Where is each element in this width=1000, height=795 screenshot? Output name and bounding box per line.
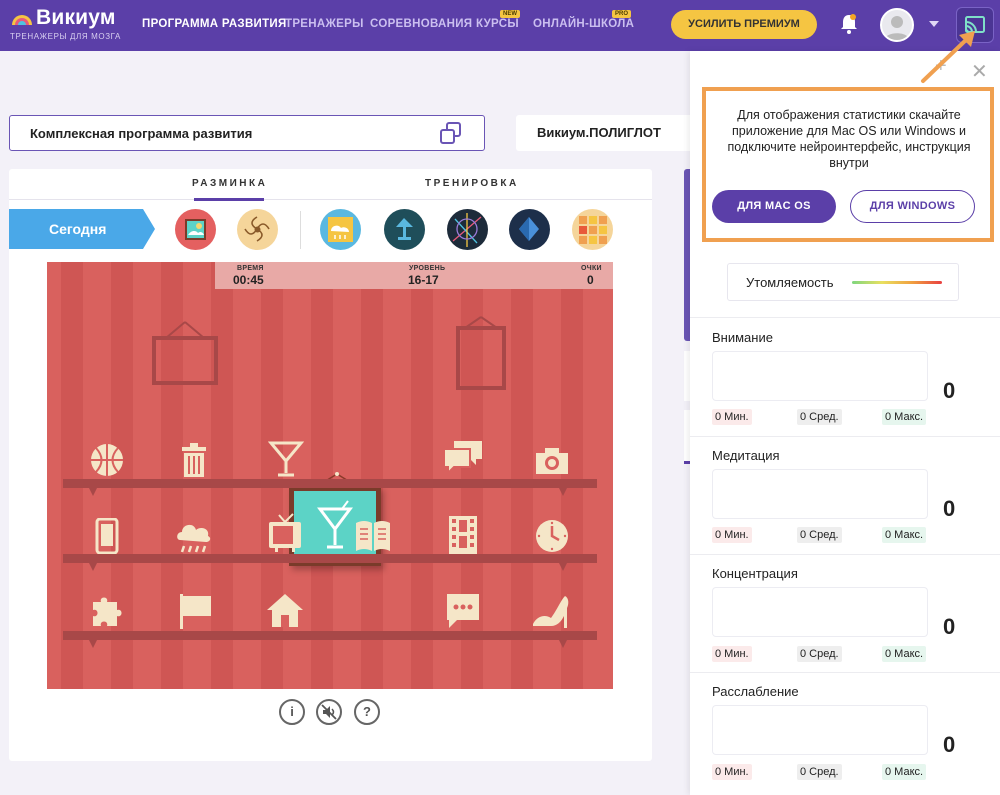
program-selector[interactable]: Комплексная программа развития (9, 115, 485, 151)
phone-icon[interactable] (95, 518, 119, 554)
new-badge: NEW (500, 10, 520, 18)
tab-training[interactable]: ТРЕНИРОВКА (425, 178, 519, 189)
metric-attention-max: 0 Макс. (882, 409, 927, 425)
tab-warmup[interactable]: РАЗМИНКА (192, 178, 267, 189)
mute-button[interactable] (316, 699, 342, 725)
book-icon[interactable] (354, 519, 392, 553)
polyglot-label: Викиум.ПОЛИГЛОТ (537, 125, 661, 140)
game-lamp-icon[interactable] (384, 209, 425, 250)
help-button[interactable]: ? (354, 699, 380, 725)
program-label: Комплексная программа развития (30, 126, 253, 141)
metric-attention-min: 0 Мин. (712, 409, 752, 425)
top-navbar: Викиум ТРЕНАЖЕРЫ ДЛЯ МОЗГА ПРОГРАММА РАЗ… (0, 0, 1000, 51)
metric-attention-value: 0 (943, 378, 956, 403)
nav-online-school[interactable]: ОНЛАЙН-ШКОЛА (533, 18, 634, 30)
puzzle-icon[interactable] (89, 592, 127, 630)
game-grid-icon[interactable] (572, 209, 613, 250)
divider (690, 436, 1000, 437)
notice-text: Для отображения статистики скачайте прил… (727, 108, 971, 170)
metric-meditation-avg: 0 Сред. (797, 527, 842, 543)
film-icon[interactable] (447, 515, 479, 555)
metric-concentration-chart (712, 587, 928, 637)
tab-indicator (194, 198, 264, 201)
nav-trainers[interactable]: ТРЕНАЖЕРЫ (285, 18, 364, 30)
metric-attention-chart (712, 351, 928, 401)
metric-relaxation-max: 0 Макс. (882, 764, 927, 780)
premium-button[interactable]: УСИЛИТЬ ПРЕМИУМ (671, 10, 817, 39)
metric-concentration-title: Концентрация (712, 566, 798, 581)
nav-competitions[interactable]: СОРЕВНОВАНИЯ (370, 18, 472, 30)
trash-icon[interactable] (181, 442, 207, 478)
today-label: Сегодня (49, 221, 107, 237)
info-button[interactable]: i (279, 699, 305, 725)
stats-panel: ✕ + Для отображения статистики скачайте … (690, 51, 1000, 795)
shelf-brackets (89, 488, 567, 648)
metric-attention-avg: 0 Сред. (797, 409, 842, 425)
divider (690, 554, 1000, 555)
callout-arrow (921, 31, 975, 83)
metric-relaxation-avg: 0 Сред. (797, 764, 842, 780)
metric-concentration-avg: 0 Сред. (797, 646, 842, 662)
game-compass-icon[interactable] (509, 209, 550, 250)
windows-download-button[interactable]: ДЛЯ WINDOWS (850, 190, 975, 223)
metric-concentration-max: 0 Макс. (882, 646, 927, 662)
speaker-off-icon (321, 704, 337, 720)
logo-text[interactable]: Викиум (36, 6, 116, 30)
message-icon[interactable] (445, 592, 481, 630)
game-rain-cloud-icon[interactable] (320, 209, 361, 250)
cocktail-icon[interactable] (268, 439, 304, 477)
logo-subtitle: ТРЕНАЖЕРЫ ДЛЯ МОЗГА (10, 32, 121, 41)
download-notice: Для отображения статистики скачайте прил… (702, 87, 994, 242)
clock-icon[interactable] (534, 518, 570, 554)
divider (690, 317, 1000, 318)
icons-separator (300, 211, 301, 249)
metric-concentration-min: 0 Мин. (712, 646, 752, 662)
user-avatar-icon (885, 16, 909, 40)
metric-concentration-value: 0 (943, 614, 956, 639)
training-card: РАЗМИНКА ТРЕНИРОВКА Сегодня ВРЕМЯ 00:45 … (9, 169, 652, 761)
metric-meditation-chart (712, 469, 928, 519)
metric-meditation-value: 0 (943, 496, 956, 521)
pro-badge: PRO (612, 10, 632, 18)
metric-relaxation-title: Расслабление (712, 684, 799, 699)
metric-meditation-max: 0 Макс. (882, 527, 927, 543)
game-spiral-icon[interactable] (237, 209, 278, 250)
divider (690, 672, 1000, 673)
metric-meditation-min: 0 Мин. (712, 527, 752, 543)
rain-cloud-icon[interactable] (176, 520, 212, 554)
chat-icon[interactable] (442, 439, 484, 477)
metric-relaxation-chart (712, 705, 928, 755)
fatigue-gradient-bar (852, 281, 942, 284)
nav-program[interactable]: ПРОГРАММА РАЗВИТИЯ (142, 18, 287, 30)
metric-attention-title: Внимание (712, 330, 773, 345)
game-geometry-icon[interactable] (447, 209, 488, 250)
fatigue-label: Утомляемость (746, 275, 834, 290)
bell-icon[interactable] (839, 13, 859, 35)
logo-icon (12, 15, 32, 25)
squares-icon[interactable] (438, 121, 463, 146)
tv-icon[interactable] (267, 513, 303, 553)
house-icon[interactable] (265, 592, 305, 628)
game-weather-icon[interactable] (175, 209, 216, 250)
basketball-icon[interactable] (89, 442, 125, 478)
nav-courses[interactable]: КУРСЫ (476, 18, 519, 30)
camera-icon[interactable] (535, 447, 569, 475)
avatar[interactable] (880, 8, 914, 42)
flag-icon[interactable] (177, 592, 213, 630)
game-area[interactable]: ВРЕМЯ 00:45 УРОВЕНЬ 16-17 ОЧКИ 0 (47, 262, 613, 689)
metric-relaxation-min: 0 Мин. (712, 764, 752, 780)
tab-divider (9, 199, 652, 200)
metric-relaxation-value: 0 (943, 732, 956, 757)
mac-download-button[interactable]: ДЛЯ MAC OS (712, 190, 836, 223)
heel-shoe-icon[interactable] (531, 594, 571, 630)
fatigue-indicator: Утомляемость (727, 263, 959, 301)
polyglot-card[interactable]: Викиум.ПОЛИГЛОТ (516, 115, 706, 151)
metric-meditation-title: Медитация (712, 448, 780, 463)
